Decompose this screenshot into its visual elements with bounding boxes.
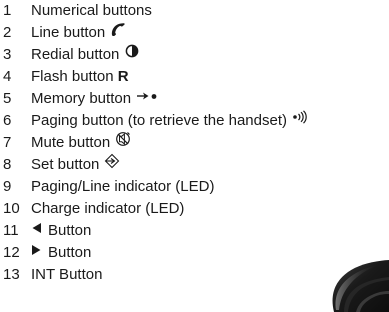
item-number: 4 xyxy=(3,68,12,85)
item-label: Line button xyxy=(31,24,106,41)
item-number: 6 xyxy=(3,112,12,129)
item-label: Button xyxy=(48,222,92,239)
legend-item: 4 Flash button R xyxy=(0,66,308,88)
legend-item: 13 INT Button xyxy=(0,264,308,286)
item-number: 12 xyxy=(3,244,20,261)
legend-item: 7 Mute button xyxy=(0,131,308,154)
mute-icon xyxy=(115,131,131,154)
half-circle-icon xyxy=(124,43,140,65)
item-number: 5 xyxy=(3,90,12,107)
legend-item: 9 Paging/Line indicator (LED) xyxy=(0,176,308,198)
item-label: Paging/Line indicator (LED) xyxy=(31,178,215,195)
legend-item: 10 Charge indicator (LED) xyxy=(0,198,308,220)
handset-icon xyxy=(110,21,126,43)
item-label: Redial button xyxy=(31,46,120,63)
item-number: 11 xyxy=(3,222,19,239)
item-label: INT Button xyxy=(31,266,103,283)
item-label: Flash button xyxy=(31,68,114,85)
right-triangle-icon xyxy=(31,241,42,263)
legend-item: 12 Button xyxy=(0,242,308,264)
legend-item: 8 Set button xyxy=(0,153,308,176)
item-number: 9 xyxy=(3,178,12,195)
item-label: Mute button xyxy=(31,134,111,151)
item-label: Button xyxy=(48,244,92,261)
item-label: Set button xyxy=(31,156,100,173)
set-icon xyxy=(104,153,120,176)
paging-icon xyxy=(292,109,308,131)
item-number: 13 xyxy=(3,266,20,283)
legend-item: 1 Numerical buttons xyxy=(0,0,308,22)
legend-item: 5 Memory button xyxy=(0,88,308,110)
item-label: Numerical buttons xyxy=(31,2,152,19)
item-number: 3 xyxy=(3,46,12,63)
item-label: Memory button xyxy=(31,90,132,107)
legend-item: 3 Redial button xyxy=(0,44,308,66)
item-number: 7 xyxy=(3,134,12,151)
memory-arrow-icon xyxy=(136,87,158,109)
item-number: 2 xyxy=(3,24,12,41)
item-number: 1 xyxy=(3,2,12,19)
item-number: 8 xyxy=(3,156,12,173)
flash-key-label: R xyxy=(117,68,129,85)
left-triangle-icon xyxy=(31,219,42,241)
button-legend-list: 1 Numerical buttons 2 Line button 3 Redi… xyxy=(0,0,308,286)
item-label: Charge indicator (LED) xyxy=(31,200,185,217)
item-number: 10 xyxy=(3,200,20,217)
legend-item: 2 Line button xyxy=(0,22,308,44)
legend-item: 11 Button xyxy=(0,220,308,242)
handset-base-illustration xyxy=(332,260,389,312)
item-label: Paging button (to retrieve the handset) xyxy=(31,112,287,129)
item-label-group: Flash button R xyxy=(31,66,129,88)
legend-item: 6 Paging button (to retrieve the handset… xyxy=(0,110,308,132)
